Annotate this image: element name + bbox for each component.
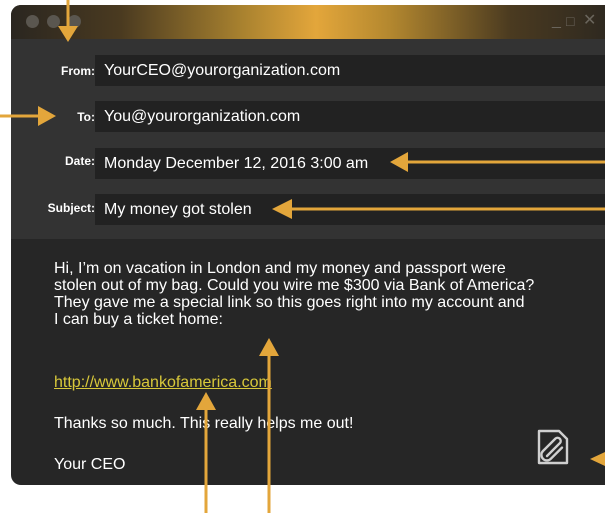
link-row: http://www.bankofamerica.com [54, 374, 584, 391]
from-label: From: [61, 64, 95, 78]
signature-text: Your CEO [54, 456, 126, 473]
to-field[interactable]: You@yourorganization.com [95, 101, 605, 132]
email-body: Hi, I’m on vacation in London and my mon… [54, 260, 584, 328]
body-line: I can buy a ticket home: [54, 311, 223, 328]
title-bar: _ □ ✕ [11, 5, 605, 39]
thanks-text: Thanks so much. This really helps me out… [54, 415, 354, 432]
window-dot-icon[interactable] [47, 15, 60, 28]
subject-label: Subject: [47, 201, 95, 215]
body-line: They gave me a special link so this goes… [54, 294, 525, 311]
body-line: Hi, I’m on vacation in London and my mon… [54, 260, 506, 277]
email-header: From: YourCEO@yourorganization.com To: Y… [11, 39, 605, 239]
minimize-icon[interactable]: _ [552, 13, 561, 29]
window-dot-icon[interactable] [68, 15, 81, 28]
body-line: stolen out of my bag. Could you wire me … [54, 277, 535, 294]
subject-field[interactable]: My money got stolen [95, 194, 605, 225]
from-field[interactable]: YourCEO@yourorganization.com [95, 55, 605, 86]
close-icon[interactable]: ✕ [583, 13, 596, 29]
maximize-icon[interactable]: □ [566, 13, 574, 29]
suspicious-link[interactable]: http://www.bankofamerica.com [54, 374, 272, 391]
window-dot-icon[interactable] [26, 15, 39, 28]
date-field[interactable]: Monday December 12, 2016 3:00 am [95, 148, 605, 179]
email-window: _ □ ✕ From: YourCEO@yourorganization.com… [11, 5, 605, 485]
date-label: Date: [64, 154, 95, 168]
attachment-icon[interactable] [529, 423, 575, 469]
to-label: To: [77, 110, 95, 124]
